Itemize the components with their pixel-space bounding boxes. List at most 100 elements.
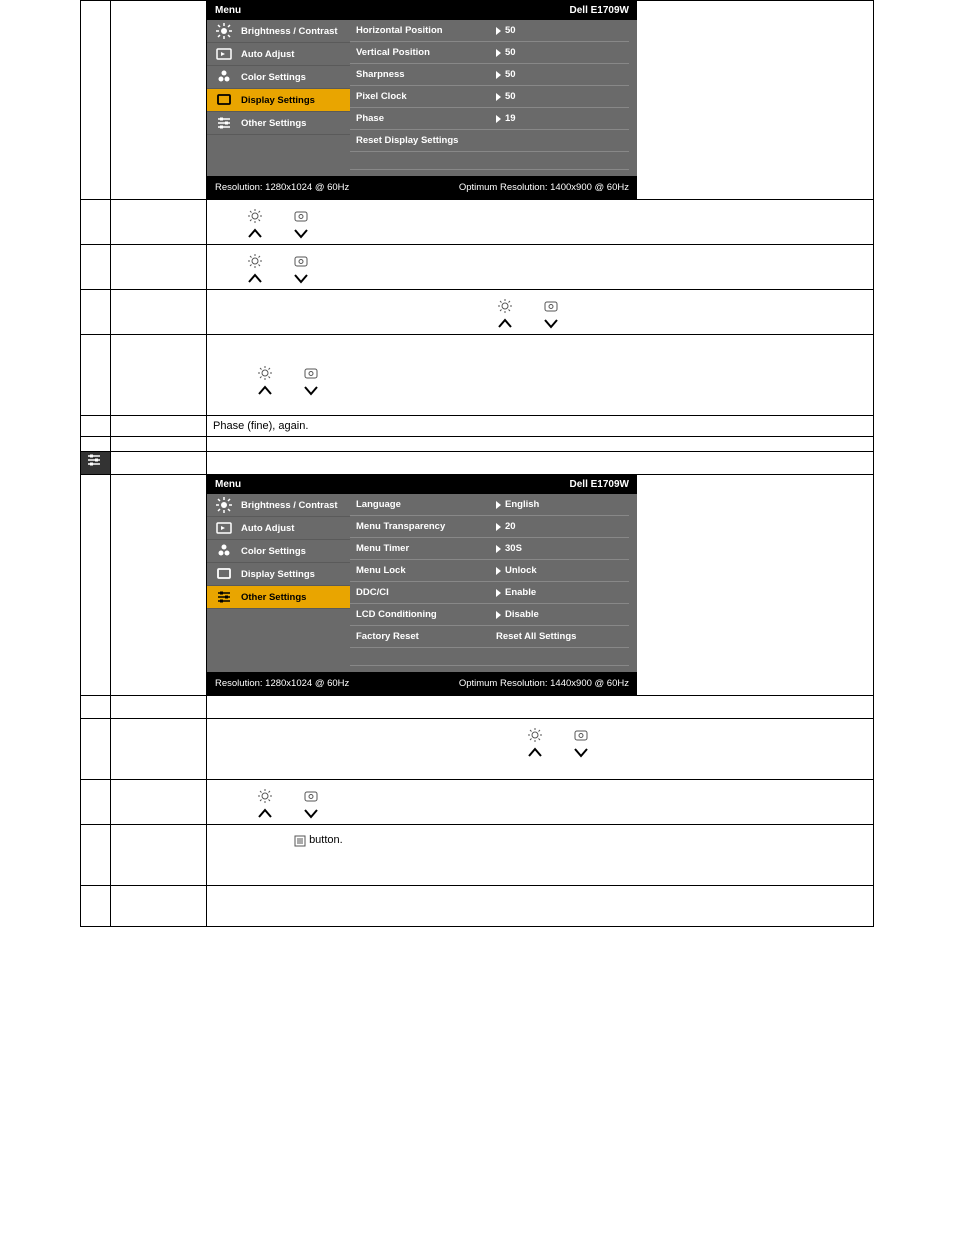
down-arrow-icon[interactable] xyxy=(573,745,589,761)
setting-label: Phase xyxy=(356,113,496,124)
osd-model: Dell E1709W xyxy=(570,5,629,16)
setting-label: Pixel Clock xyxy=(356,91,496,102)
menu-item-label: Color Settings xyxy=(241,72,306,83)
setting-label: LCD Conditioning xyxy=(356,609,496,620)
setting-row[interactable]: Pixel Clock50 xyxy=(350,86,629,108)
setting-label: Menu Timer xyxy=(356,543,496,554)
setting-label: Factory Reset xyxy=(356,631,496,642)
setting-row[interactable]: Sharpness50 xyxy=(350,64,629,86)
osd-title: Menu xyxy=(215,479,241,490)
menu-item-label: Display Settings xyxy=(241,95,315,106)
setting-row[interactable]: Factory ResetReset All Settings xyxy=(350,626,629,648)
osd-other-settings: Menu Dell E1709W Brightness / Contrast Au… xyxy=(207,475,637,695)
setting-value: 30S xyxy=(496,543,522,554)
setting-label: Vertical Position xyxy=(356,47,496,58)
osd-display-settings: Menu Dell E1709W Brightness / Contrast Au… xyxy=(207,1,637,199)
triangle-icon xyxy=(496,523,501,531)
triangle-icon xyxy=(496,27,501,35)
menu-item-label: Display Settings xyxy=(241,569,315,580)
osd-title: Menu xyxy=(215,5,241,16)
setting-value: English xyxy=(496,499,539,510)
triangle-icon xyxy=(496,611,501,619)
setting-label: Menu Transparency xyxy=(356,521,496,532)
menu-item-label: Other Settings xyxy=(241,592,306,603)
triangle-icon xyxy=(496,93,501,101)
setting-row[interactable]: Vertical Position50 xyxy=(350,42,629,64)
menu-item-colors[interactable]: Color Settings xyxy=(207,66,350,89)
menu-item-brightness[interactable]: Brightness / Contrast xyxy=(207,20,350,43)
up-arrow-icon[interactable] xyxy=(247,271,263,287)
setting-value: Enable xyxy=(496,587,536,598)
setting-row[interactable]: LCD ConditioningDisable xyxy=(350,604,629,626)
setting-row[interactable]: Reset Display Settings xyxy=(350,130,629,152)
up-arrow-icon[interactable] xyxy=(527,745,543,761)
display-icon xyxy=(215,567,233,581)
triangle-icon xyxy=(496,567,501,575)
setting-label: Horizontal Position xyxy=(356,25,496,36)
brightness-icon xyxy=(215,24,233,38)
colors-icon xyxy=(215,544,233,558)
down-arrow-icon[interactable] xyxy=(293,271,309,287)
triangle-icon xyxy=(496,589,501,597)
setting-row[interactable]: Phase19 xyxy=(350,108,629,130)
brightness-icon xyxy=(257,365,273,381)
brightness-icon xyxy=(247,253,263,269)
camera-icon xyxy=(303,365,319,381)
phase-note: Phase (fine), again. xyxy=(207,416,873,436)
document-table: Menu Dell E1709W Brightness / Contrast Au… xyxy=(80,0,874,927)
setting-value: 50 xyxy=(496,47,516,58)
brightness-icon xyxy=(527,727,543,743)
button-hint-2 xyxy=(207,245,873,289)
menu-item-sliders[interactable]: Other Settings xyxy=(207,586,350,609)
menu-item-label: Auto Adjust xyxy=(241,49,294,60)
menu-item-auto[interactable]: Auto Adjust xyxy=(207,517,350,540)
triangle-icon xyxy=(496,71,501,79)
setting-value: 20 xyxy=(496,521,516,532)
camera-icon xyxy=(303,788,319,804)
menu-item-sliders[interactable]: Other Settings xyxy=(207,112,350,135)
brightness-icon xyxy=(497,298,513,314)
menu-item-label: Brightness / Contrast xyxy=(241,26,338,37)
button-hint-6 xyxy=(207,780,873,824)
up-arrow-icon[interactable] xyxy=(257,806,273,822)
up-arrow-icon[interactable] xyxy=(247,226,263,242)
up-arrow-icon[interactable] xyxy=(257,383,273,399)
osd-resolution: Resolution: 1280x1024 @ 60Hz xyxy=(215,182,349,193)
setting-row[interactable]: Menu LockUnlock xyxy=(350,560,629,582)
sliders-icon xyxy=(215,590,233,604)
display-icon xyxy=(215,93,233,107)
setting-row[interactable]: Horizontal Position50 xyxy=(350,20,629,42)
setting-value: 50 xyxy=(496,91,516,102)
up-arrow-icon[interactable] xyxy=(497,316,513,332)
setting-row[interactable]: DDC/CIEnable xyxy=(350,582,629,604)
menu-item-label: Auto Adjust xyxy=(241,523,294,534)
setting-value: Unlock xyxy=(496,565,537,576)
setting-value: 50 xyxy=(496,25,516,36)
down-arrow-icon[interactable] xyxy=(293,226,309,242)
camera-icon xyxy=(573,727,589,743)
triangle-icon xyxy=(496,501,501,509)
down-arrow-icon[interactable] xyxy=(543,316,559,332)
menu-item-label: Color Settings xyxy=(241,546,306,557)
button-hint-4 xyxy=(207,335,873,415)
sliders-icon xyxy=(215,116,233,130)
auto-icon xyxy=(215,47,233,61)
menu-item-colors[interactable]: Color Settings xyxy=(207,540,350,563)
other-settings-category-icon xyxy=(81,452,111,475)
osd-model: Dell E1709W xyxy=(570,479,629,490)
down-arrow-icon[interactable] xyxy=(303,383,319,399)
menu-button-icon xyxy=(292,833,306,847)
setting-value: Disable xyxy=(496,609,539,620)
menu-item-brightness[interactable]: Brightness / Contrast xyxy=(207,494,350,517)
menu-item-display[interactable]: Display Settings xyxy=(207,89,350,112)
setting-row[interactable]: Menu Transparency20 xyxy=(350,516,629,538)
menu-item-auto[interactable]: Auto Adjust xyxy=(207,43,350,66)
down-arrow-icon[interactable] xyxy=(303,806,319,822)
setting-value: 50 xyxy=(496,69,516,80)
osd-optimum: Optimum Resolution: 1440x900 @ 60Hz xyxy=(459,678,629,689)
triangle-icon xyxy=(496,545,501,553)
setting-row[interactable]: Menu Timer30S xyxy=(350,538,629,560)
menu-item-display[interactable]: Display Settings xyxy=(207,563,350,586)
setting-row[interactable]: LanguageEnglish xyxy=(350,494,629,516)
triangle-icon xyxy=(496,49,501,57)
